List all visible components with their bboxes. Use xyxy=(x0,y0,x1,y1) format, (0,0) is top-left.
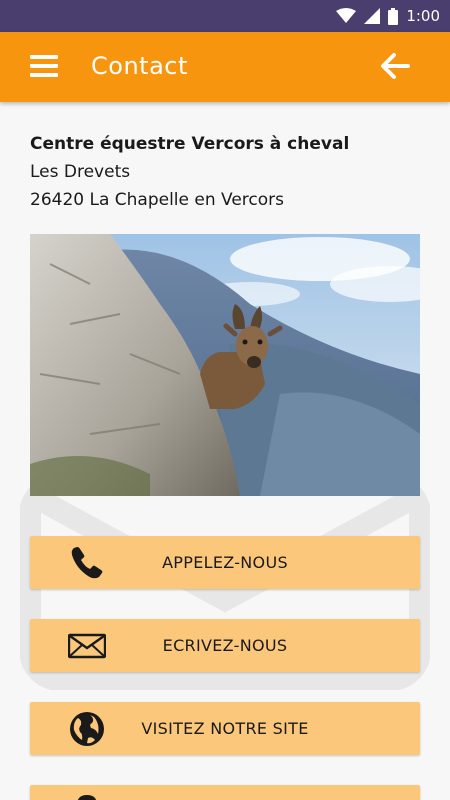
page-title: Contact xyxy=(91,52,188,80)
battery-icon xyxy=(388,7,399,25)
status-bar: 1:00 xyxy=(0,0,450,32)
wifi-icon xyxy=(336,8,357,24)
email-button-label: ECRIVEZ-NOUS xyxy=(162,636,288,655)
app-bar: Contact xyxy=(0,32,450,102)
call-button-label: APPELEZ-NOUS xyxy=(162,553,288,572)
website-button[interactable]: VISITEZ NOTRE SITE xyxy=(30,702,420,755)
arrow-left-icon[interactable] xyxy=(380,52,410,80)
chamois-photo xyxy=(30,234,420,496)
menu-icon[interactable] xyxy=(30,55,58,77)
map-pin-icon xyxy=(68,793,106,800)
address-line-2: 26420 La Chapelle en Vercors xyxy=(30,190,285,210)
envelope-icon xyxy=(67,627,107,665)
email-button[interactable]: ECRIVEZ-NOUS xyxy=(30,619,420,672)
call-button[interactable]: APPELEZ-NOUS xyxy=(30,536,420,589)
globe-icon xyxy=(68,710,106,748)
website-button-label: VISITEZ NOTRE SITE xyxy=(141,719,309,738)
map-button[interactable] xyxy=(30,785,420,800)
signal-icon xyxy=(364,8,381,24)
phone-icon xyxy=(68,544,106,582)
status-time: 1:00 xyxy=(406,7,440,25)
address-line-1: Les Drevets xyxy=(30,162,131,182)
business-name: Centre équestre Vercors à cheval xyxy=(30,134,350,154)
contact-address: Centre équestre Vercors à cheval Les Dre… xyxy=(30,130,349,214)
